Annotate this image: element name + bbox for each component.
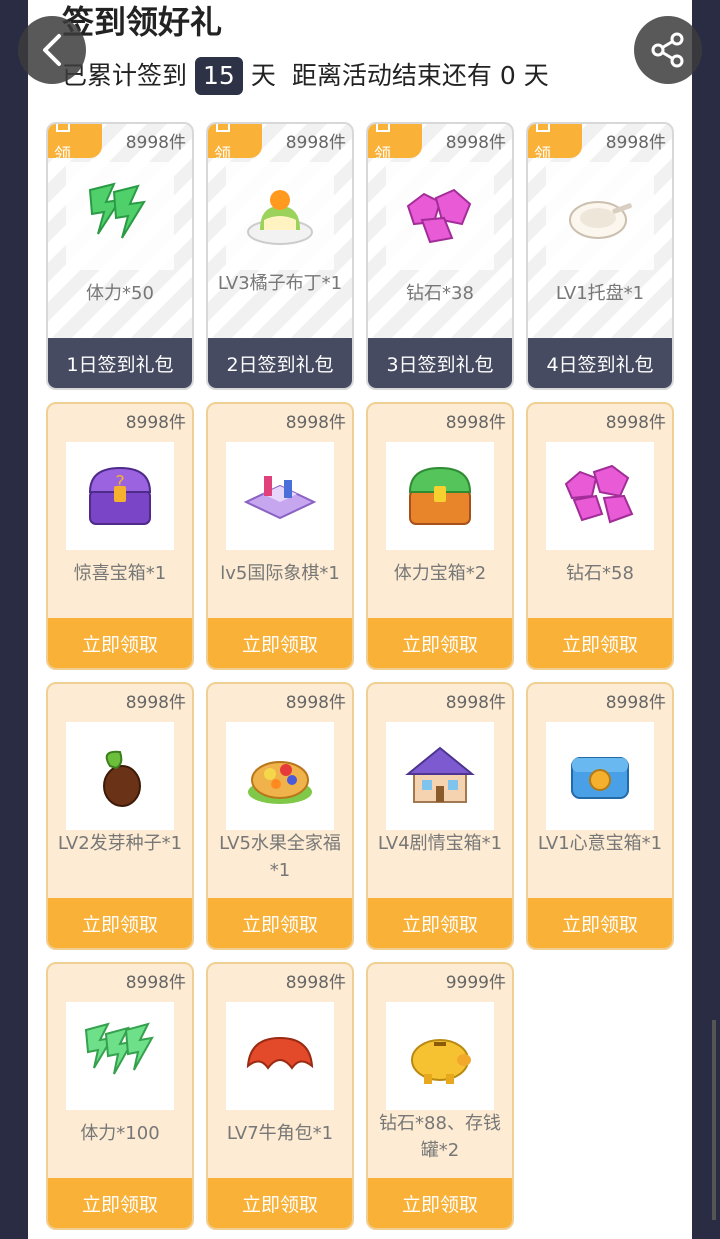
claim-button[interactable]: 立即领取 bbox=[48, 1178, 192, 1228]
item-name: LV1托盘*1 bbox=[555, 283, 645, 304]
signin-footer: 3日签到礼包 bbox=[368, 338, 512, 388]
signin-footer: 4日签到礼包 bbox=[528, 338, 672, 388]
claim-tag: 领 bbox=[48, 124, 102, 158]
piggy-bank-icon bbox=[386, 1002, 494, 1110]
diamonds-icon bbox=[386, 162, 494, 270]
item-name: 钻石*58 bbox=[566, 563, 634, 584]
claim-card[interactable]: 8998件 LV7牛角包*1 立即领取 bbox=[206, 962, 354, 1230]
croissant-icon bbox=[226, 1002, 334, 1110]
claim-button[interactable]: 立即领取 bbox=[368, 1178, 512, 1228]
claim-card[interactable]: 8998件 LV4剧情宝箱*1 立即领取 bbox=[366, 682, 514, 950]
claim-card[interactable]: 8998件 LV5水果全家福*1 立即领取 bbox=[206, 682, 354, 950]
stock-count: 8998件 bbox=[125, 413, 186, 433]
back-button[interactable] bbox=[18, 16, 86, 84]
fruit-tart-icon bbox=[226, 722, 334, 830]
claim-button[interactable]: 立即领取 bbox=[48, 618, 192, 668]
signin-card-day4[interactable]: 领 8998件 LV1托盘*1 4日签到礼包 bbox=[526, 122, 674, 390]
stock-count: 8998件 bbox=[285, 973, 346, 993]
claim-button[interactable]: 立即领取 bbox=[528, 898, 672, 948]
claim-tag: 领 bbox=[528, 124, 582, 158]
surprise-chest-icon: ? bbox=[66, 442, 174, 550]
signin-card-day1[interactable]: 领 8998件 体力*50 1日签到礼包 bbox=[46, 122, 194, 390]
item-name: lv5国际象棋*1 bbox=[220, 563, 340, 584]
stock-count: 8998件 bbox=[285, 133, 346, 153]
signin-card-day3[interactable]: 领 8998件 钻石*38 3日签到礼包 bbox=[366, 122, 514, 390]
signin-summary: 已累计签到 15 天 距离活动结束还有 0 天 bbox=[62, 56, 549, 96]
stock-count: 8998件 bbox=[285, 693, 346, 713]
item-name: LV5水果全家福*1 bbox=[219, 833, 341, 881]
back-arrow-icon bbox=[43, 34, 61, 66]
tray-icon bbox=[546, 162, 654, 270]
item-name: LV7牛角包*1 bbox=[226, 1123, 334, 1144]
end-days: 0 bbox=[499, 61, 516, 90]
stock-count: 8998件 bbox=[125, 973, 186, 993]
page-title: 签到领好礼 bbox=[62, 3, 223, 41]
end-unit: 天 bbox=[523, 61, 549, 90]
claim-card[interactable]: 8998件 ? 惊喜宝箱*1 立即领取 bbox=[46, 402, 194, 670]
share-button[interactable] bbox=[634, 16, 702, 84]
signed-days-badge: 15 bbox=[195, 57, 243, 95]
energy-bolts-icon bbox=[66, 1002, 174, 1110]
claim-button[interactable]: 立即领取 bbox=[368, 898, 512, 948]
signin-footer: 1日签到礼包 bbox=[48, 338, 192, 388]
claim-card[interactable]: 8998件 体力宝箱*2 立即领取 bbox=[366, 402, 514, 670]
energy-chest-icon bbox=[386, 442, 494, 550]
claim-card[interactable]: 8998件 lv5国际象棋*1 立即领取 bbox=[206, 402, 354, 670]
stock-count: 9999件 bbox=[445, 973, 506, 993]
claim-card[interactable]: 8998件 LV1心意宝箱*1 立即领取 bbox=[526, 682, 674, 950]
claim-button[interactable]: 立即领取 bbox=[208, 1178, 352, 1228]
claim-tag: 领 bbox=[208, 124, 262, 158]
chess-board-icon bbox=[226, 442, 334, 550]
scrollbar[interactable] bbox=[712, 1020, 716, 1220]
signin-card-day2[interactable]: 领 8998件 LV3橘子布丁*1 2日签到礼包 bbox=[206, 122, 354, 390]
energy-bolts-icon bbox=[66, 162, 174, 270]
item-name: 体力*50 bbox=[86, 283, 154, 304]
item-name: 惊喜宝箱*1 bbox=[73, 563, 167, 584]
stock-count: 8998件 bbox=[445, 413, 506, 433]
claim-button[interactable]: 立即领取 bbox=[208, 618, 352, 668]
svg-text:?: ? bbox=[115, 472, 125, 493]
item-name: 钻石*38 bbox=[406, 283, 474, 304]
claim-button[interactable]: 立即领取 bbox=[528, 618, 672, 668]
claim-card[interactable]: 8998件 LV2发芽种子*1 立即领取 bbox=[46, 682, 194, 950]
story-house-icon bbox=[386, 722, 494, 830]
claim-card[interactable]: 8998件 体力*100 立即领取 bbox=[46, 962, 194, 1230]
diamonds-icon bbox=[546, 442, 654, 550]
sprout-seed-icon bbox=[66, 722, 174, 830]
item-name: LV1心意宝箱*1 bbox=[537, 833, 663, 854]
item-name: 钻石*88、存钱罐*2 bbox=[379, 1113, 501, 1161]
item-name: 体力宝箱*2 bbox=[393, 563, 487, 584]
stock-count: 8998件 bbox=[605, 133, 666, 153]
item-name: LV4剧情宝箱*1 bbox=[377, 833, 503, 854]
item-name: 体力*100 bbox=[80, 1123, 160, 1144]
stock-count: 8998件 bbox=[125, 693, 186, 713]
claim-tag: 领 bbox=[368, 124, 422, 158]
claim-button[interactable]: 立即领取 bbox=[208, 898, 352, 948]
stock-count: 8998件 bbox=[445, 133, 506, 153]
stock-count: 8998件 bbox=[285, 413, 346, 433]
stock-count: 8998件 bbox=[605, 413, 666, 433]
item-name: LV3橘子布丁*1 bbox=[217, 273, 343, 294]
orange-pudding-icon bbox=[226, 162, 334, 270]
signed-unit: 天 bbox=[250, 61, 276, 90]
share-icon bbox=[651, 32, 684, 68]
stock-count: 8998件 bbox=[445, 693, 506, 713]
stock-count: 8998件 bbox=[125, 133, 186, 153]
claim-button[interactable]: 立即领取 bbox=[48, 898, 192, 948]
end-prefix: 距离活动结束还有 bbox=[291, 61, 492, 90]
coin-chest-icon bbox=[546, 722, 654, 830]
signin-footer: 2日签到礼包 bbox=[208, 338, 352, 388]
item-name: LV2发芽种子*1 bbox=[57, 833, 183, 854]
claim-button[interactable]: 立即领取 bbox=[368, 618, 512, 668]
claim-card[interactable]: 8998件 钻石*58 立即领取 bbox=[526, 402, 674, 670]
claim-card[interactable]: 9999件 钻石*88、存钱罐*2 立即领取 bbox=[366, 962, 514, 1230]
stock-count: 8998件 bbox=[605, 693, 666, 713]
